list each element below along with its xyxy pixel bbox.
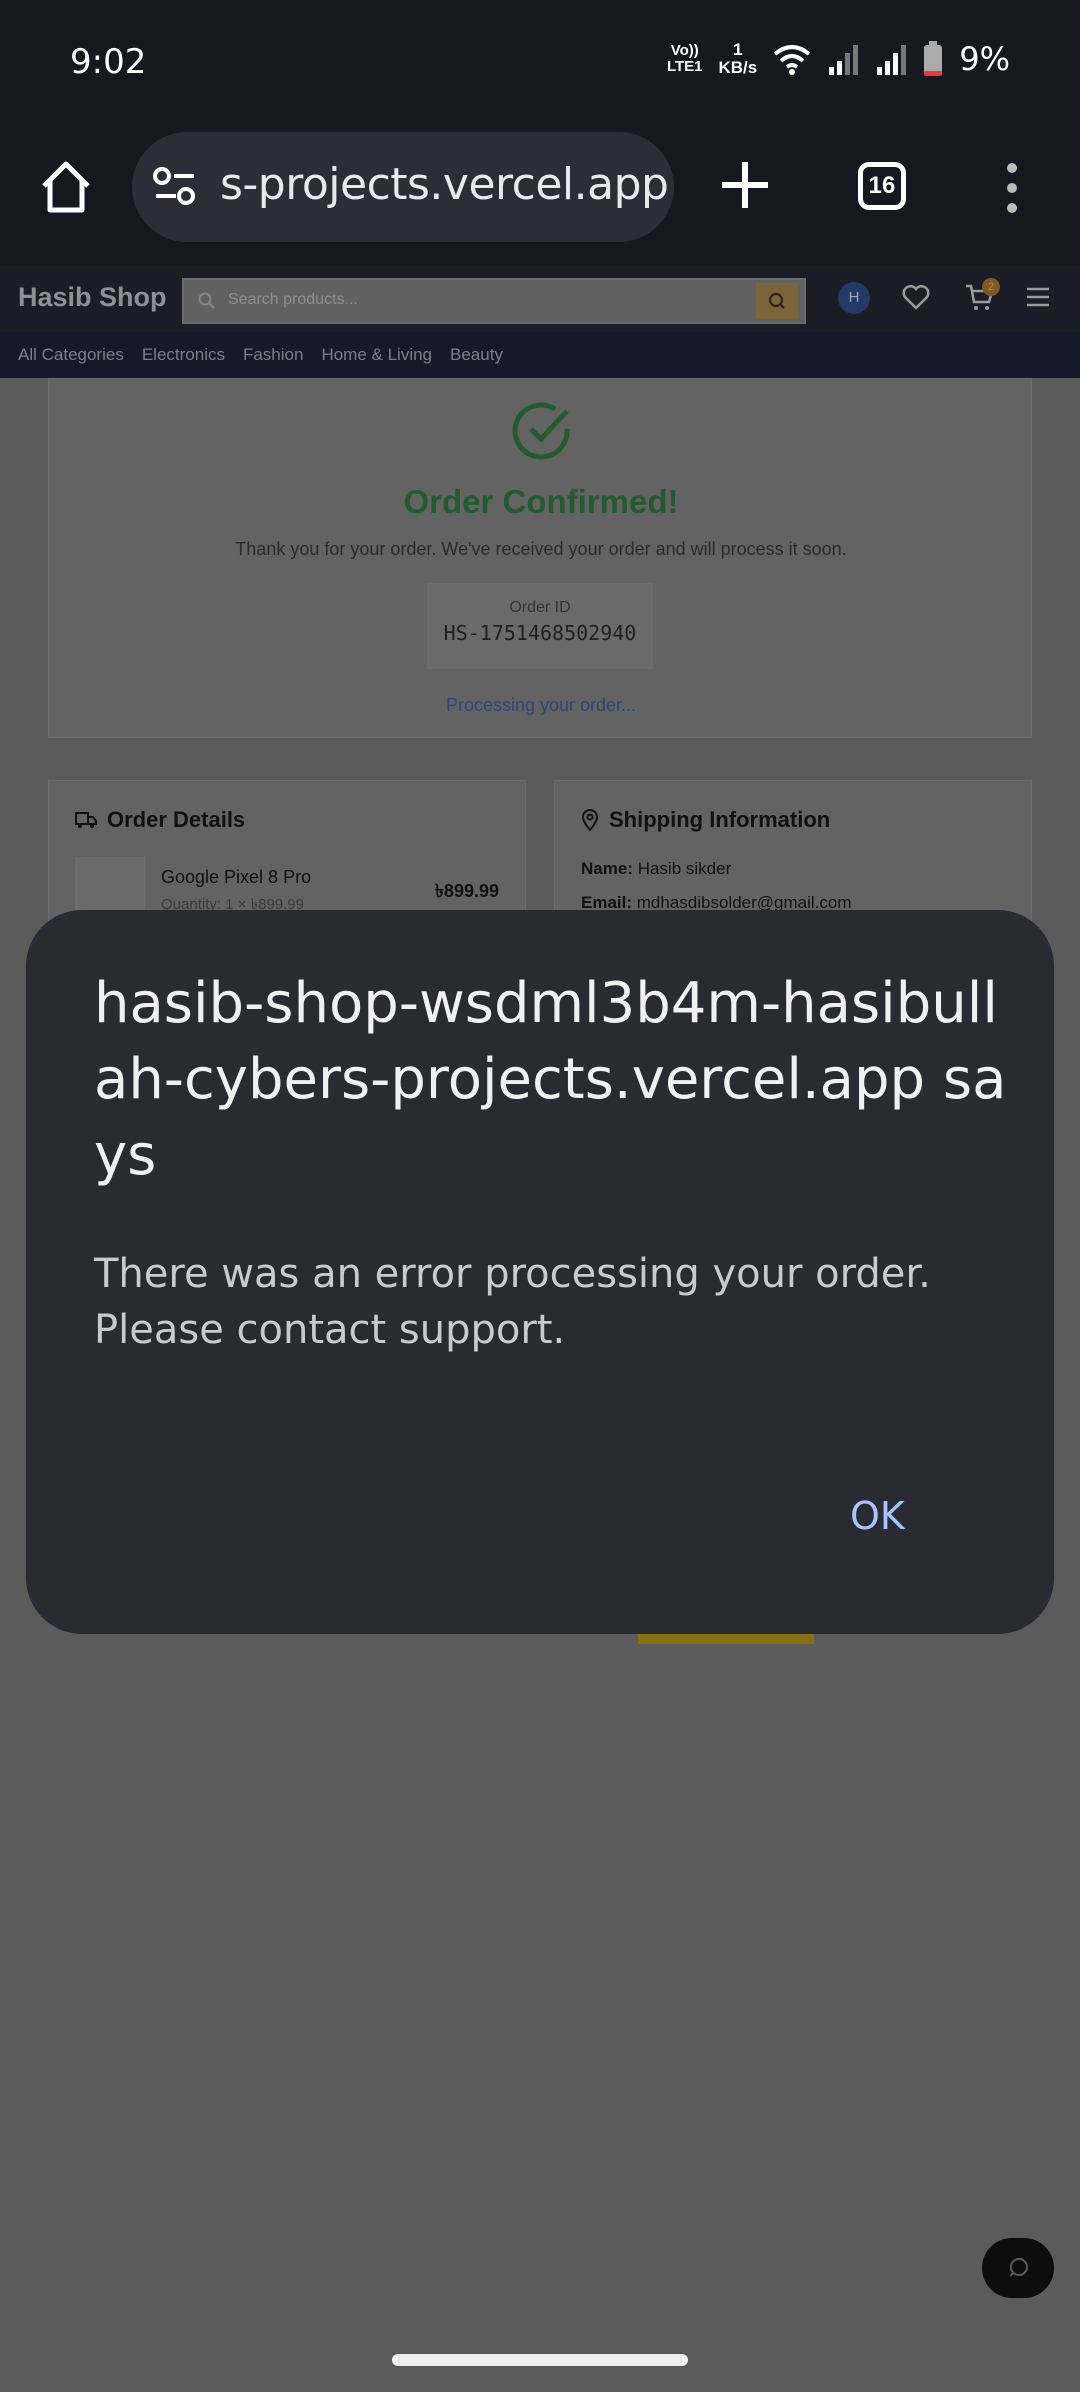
avatar[interactable]: H <box>838 282 870 314</box>
home-icon[interactable] <box>36 156 96 216</box>
cart-count-badge: 2 <box>982 278 1000 296</box>
order-confirmation-card: Order Confirmed! Thank you for your orde… <box>48 378 1032 738</box>
category-all[interactable]: All Categories <box>18 345 124 365</box>
location-pin-icon <box>581 809 599 831</box>
dialog-message: There was an error processing your order… <box>94 1251 931 1353</box>
wishlist-icon[interactable] <box>902 284 930 310</box>
network-speed: 1 KB/s <box>718 40 758 77</box>
site-header: Hasib Shop Search products... H 2 All Ca… <box>0 266 1080 378</box>
wifi-icon <box>773 45 811 75</box>
search-input[interactable]: Search products... <box>182 278 806 324</box>
order-details-heading: Order Details <box>75 807 245 833</box>
volte-indicator: Vo)) LTE1 <box>666 42 703 75</box>
category-fashion[interactable]: Fashion <box>243 345 303 365</box>
check-circle-icon <box>512 402 570 460</box>
product-name: Google Pixel 8 Pro <box>161 867 312 887</box>
tab-switcher-button[interactable]: 16 <box>858 162 906 210</box>
chat-button[interactable] <box>982 2238 1054 2298</box>
category-electronics[interactable]: Electronics <box>142 345 225 365</box>
battery-percent: 9% <box>959 40 1010 78</box>
thank-you-text: Thank you for your order. We've received… <box>235 539 847 559</box>
status-icons: Vo)) LTE1 1 KB/s 9% <box>667 40 1010 78</box>
category-beauty[interactable]: Beauty <box>450 345 503 365</box>
new-tab-icon[interactable] <box>716 156 774 214</box>
shipping-name: Name: Hasib sikder <box>581 859 732 878</box>
product-price: ৳899.99 <box>434 881 499 901</box>
url-text[interactable]: s-projects.vercel.app <box>220 159 669 210</box>
site-logo[interactable]: Hasib Shop <box>18 282 167 313</box>
order-id-value: HS-1751468502940 <box>443 621 637 645</box>
status-bar: 9:02 Vo)) LTE1 1 KB/s 9% <box>0 0 1080 130</box>
order-id-box: Order ID HS-1751468502940 <box>427 583 653 669</box>
ok-button[interactable]: OK <box>850 1494 905 1538</box>
dialog-title: hasib-shop-wsdml3b4m-hasibullah-cybers-p… <box>94 971 1007 1188</box>
battery-icon <box>924 41 943 76</box>
hamburger-menu-icon[interactable] <box>1026 286 1050 308</box>
processing-status: Processing your order... <box>445 695 637 715</box>
order-id-label: Order ID <box>509 599 571 616</box>
search-button[interactable] <box>756 283 798 319</box>
search-placeholder: Search products... <box>228 291 358 308</box>
gesture-home-indicator[interactable] <box>392 2354 688 2366</box>
chat-icon <box>1009 2258 1028 2277</box>
category-nav: All Categories Electronics Fashion Home … <box>0 332 1080 378</box>
site-settings-icon[interactable] <box>152 164 198 208</box>
search-icon <box>198 292 215 309</box>
shipping-info-heading: Shipping Information <box>581 807 830 833</box>
address-bar[interactable]: s-projects.vercel.app <box>132 132 674 242</box>
truck-icon <box>75 812 97 828</box>
signal-icon <box>829 45 859 75</box>
more-menu-icon[interactable] <box>1004 162 1020 214</box>
signal-icon <box>877 45 907 75</box>
alert-dialog: hasib-shop-wsdml3b4m-hasibullah-cybers-p… <box>26 910 1054 1634</box>
status-time: 9:02 <box>70 42 147 82</box>
browser-toolbar: s-projects.vercel.app 16 <box>0 130 1080 266</box>
order-confirmed-title: Order Confirmed! <box>403 483 679 520</box>
category-home-living[interactable]: Home & Living <box>321 345 432 365</box>
search-icon <box>769 293 785 309</box>
